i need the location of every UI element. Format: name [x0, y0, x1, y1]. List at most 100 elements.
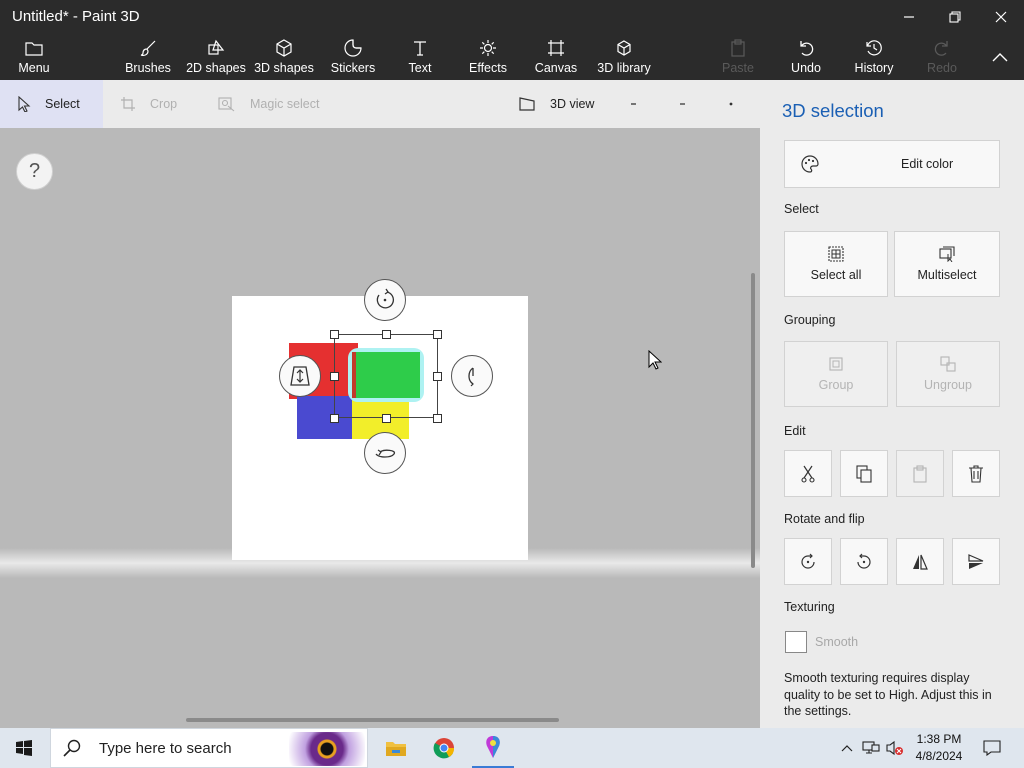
canvas-workspace[interactable]: ? [0, 128, 760, 728]
zoom-in-button[interactable] [679, 80, 699, 128]
scissors-icon [801, 465, 815, 483]
chevron-up-icon [992, 53, 1008, 62]
text-button[interactable]: Text [400, 34, 440, 80]
mouse-pointer-icon [648, 350, 662, 370]
text-label: Text [408, 61, 432, 75]
zoom-out-button[interactable] [630, 80, 650, 128]
rotate-left-button[interactable] [784, 538, 832, 585]
chrome-icon [433, 738, 455, 759]
selection-toolbar: Select Crop Magic select 3D view [0, 80, 760, 128]
minimize-icon [904, 16, 914, 18]
redo-label: Redo [927, 61, 957, 75]
rotate-y-handle[interactable] [451, 355, 493, 397]
magic-select-button[interactable]: Magic select [218, 80, 338, 128]
taskbar-search-box[interactable]: Type here to search [50, 728, 368, 768]
multiselect-label: Multiselect [917, 268, 977, 282]
vertical-scrollbar[interactable] [751, 273, 755, 568]
paste-icon [731, 39, 745, 57]
smooth-label: Smooth [815, 635, 859, 649]
cut-button[interactable] [784, 450, 832, 497]
network-tray-button[interactable] [860, 728, 882, 768]
stickers-button[interactable]: Stickers [326, 34, 380, 80]
notification-icon [983, 740, 1001, 756]
history-button[interactable]: History [850, 34, 898, 80]
restore-button[interactable] [932, 0, 978, 34]
resize-handle-tl[interactable] [330, 330, 339, 339]
show-hidden-icons-button[interactable] [838, 728, 856, 768]
multiselect-button[interactable]: Multiselect [894, 231, 1000, 297]
main-toolbar: Menu Brushes 2D shapes 3D shapes Sticker… [0, 34, 1024, 80]
paint3d-taskbar-button[interactable] [472, 728, 514, 768]
3d-view-button[interactable]: 3D view [518, 80, 608, 128]
paste-label: Paste [722, 61, 754, 75]
magic-select-label: Magic select [250, 97, 320, 111]
push-depth-icon [290, 366, 310, 386]
resize-handle-t[interactable] [382, 330, 391, 339]
paste-icon [913, 464, 927, 483]
undo-button[interactable]: Undo [786, 34, 826, 80]
file-explorer-taskbar-button[interactable] [376, 728, 416, 768]
flip-horizontal-button[interactable] [896, 538, 944, 585]
2d-shapes-button[interactable]: 2D shapes [186, 34, 246, 80]
horizontal-scrollbar[interactable] [186, 718, 559, 722]
group-button[interactable]: Group [784, 341, 888, 407]
effects-button[interactable]: Effects [466, 34, 510, 80]
chevron-up-icon [841, 745, 853, 752]
paste-panel-button[interactable] [896, 450, 944, 497]
resize-handle-tr[interactable] [433, 330, 442, 339]
restore-icon [949, 11, 961, 23]
sticker-icon [344, 39, 362, 57]
resize-handle-br[interactable] [433, 414, 442, 423]
resize-handle-l[interactable] [330, 372, 339, 381]
flip-vertical-button[interactable] [952, 538, 1000, 585]
select-all-button[interactable]: Select all [784, 231, 888, 297]
resize-handle-bl[interactable] [330, 414, 339, 423]
copy-button[interactable] [840, 450, 888, 497]
collapse-toolbar-button[interactable] [986, 34, 1014, 80]
rotate-x-handle[interactable] [364, 432, 406, 474]
taskbar-clock[interactable]: 1:38 PM 4/8/2024 [908, 731, 970, 765]
rotate-z-handle[interactable] [364, 279, 406, 321]
selection-box[interactable] [334, 334, 438, 418]
resize-handle-b[interactable] [382, 414, 391, 423]
help-button[interactable]: ? [16, 153, 53, 190]
volume-muted-icon [886, 740, 903, 756]
edit-color-button[interactable]: Edit color [784, 140, 1000, 188]
copy-icon [856, 464, 872, 483]
rotate-right-button[interactable] [840, 538, 888, 585]
start-button[interactable] [0, 728, 48, 768]
volume-tray-button[interactable] [884, 728, 906, 768]
history-icon [866, 40, 882, 56]
brushes-button[interactable]: Brushes [120, 34, 176, 80]
canvas-button[interactable]: Canvas [534, 34, 578, 80]
crop-tool-button[interactable]: Crop [120, 80, 200, 128]
redo-button[interactable]: Redo [922, 34, 962, 80]
menu-button[interactable]: Menu [12, 34, 56, 80]
brush-icon [140, 40, 156, 56]
delete-button[interactable] [952, 450, 1000, 497]
rotate-z-icon [376, 288, 395, 309]
minimize-button[interactable] [886, 0, 932, 34]
rotate-section-label: Rotate and flip [784, 512, 865, 526]
smooth-checkbox[interactable] [785, 631, 807, 653]
3d-shapes-button[interactable]: 3D shapes [254, 34, 314, 80]
select-all-icon [828, 246, 844, 262]
select-tool-label: Select [45, 97, 80, 111]
crop-tool-label: Crop [150, 97, 178, 111]
depth-handle[interactable] [279, 355, 321, 397]
windows-logo-icon [16, 740, 32, 756]
close-button[interactable] [978, 0, 1024, 34]
chrome-taskbar-button[interactable] [424, 728, 464, 768]
more-options-button[interactable] [728, 80, 748, 128]
search-placeholder: Type here to search [99, 739, 232, 757]
notifications-button[interactable] [978, 728, 1006, 768]
3d-library-button[interactable]: 3D library [596, 34, 652, 80]
select-tool-button[interactable]: Select [0, 80, 103, 128]
clock-date: 4/8/2024 [915, 749, 963, 763]
grouping-section-label: Grouping [784, 313, 836, 327]
folder-icon [25, 42, 43, 56]
resize-handle-r[interactable] [433, 372, 442, 381]
search-icon [63, 739, 81, 757]
ungroup-button[interactable]: Ungroup [896, 341, 1000, 407]
paste-button[interactable]: Paste [718, 34, 758, 80]
